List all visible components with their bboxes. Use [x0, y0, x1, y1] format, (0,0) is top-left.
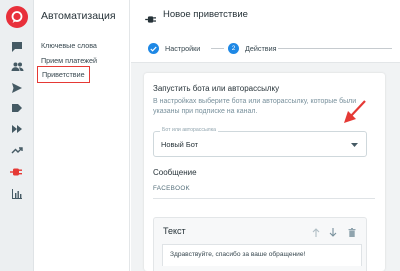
- tag-icon[interactable]: [8, 99, 26, 117]
- menu-item-payments[interactable]: Прием платежей: [41, 56, 97, 65]
- step-number: 2: [228, 43, 239, 54]
- step-connector: [278, 48, 392, 49]
- message-text-value: Здравствуйте, спасибо за ваше обращение!: [170, 251, 306, 258]
- text-block: Текст Здравствуйте, спасибо за ваше обра…: [153, 217, 367, 271]
- step-connector: [211, 48, 224, 49]
- app-window: Автоматизация Ключевые слова Прием плате…: [0, 0, 400, 271]
- step-label: Настройки: [165, 44, 201, 53]
- trash-icon[interactable]: [346, 226, 358, 238]
- menu-title: Автоматизация: [41, 10, 116, 22]
- select-label: Бот или авторассылка: [160, 127, 218, 133]
- users-icon[interactable]: [8, 58, 26, 76]
- trending-icon[interactable]: [8, 141, 26, 159]
- select-value: Новый Бот: [161, 140, 199, 149]
- icon-rail: [0, 0, 34, 271]
- plug-icon: [145, 11, 158, 29]
- text-block-title: Текст: [163, 226, 186, 236]
- step-label: Действия: [245, 44, 277, 53]
- menu-item-greeting[interactable]: Приветствие: [37, 66, 90, 83]
- automation-menu: Автоматизация Ключевые слова Прием плате…: [34, 0, 130, 271]
- tab-divider: [153, 198, 375, 199]
- page-header: Новое приветствие Настройки 2 Действия: [131, 0, 400, 63]
- bot-select[interactable]: Бот или авторассылка Новый Бот: [153, 127, 367, 157]
- message-text-field[interactable]: Здравствуйте, спасибо за ваше обращение!: [162, 244, 362, 266]
- send-icon[interactable]: [8, 79, 26, 97]
- launch-description: В настройках выберите бота или авторассы…: [153, 98, 357, 115]
- launch-title: Запустить бота или авторассылку: [153, 84, 280, 93]
- caret-down-icon: [351, 143, 358, 147]
- main-area: Новое приветствие Настройки 2 Действия З…: [131, 0, 400, 271]
- arrow-down-icon[interactable]: [327, 226, 339, 238]
- tab-facebook[interactable]: FACEBOOK: [153, 185, 190, 192]
- content-card: Запустить бота или авторассылку В настро…: [144, 73, 385, 271]
- annotation-arrow-icon: [344, 100, 366, 123]
- check-icon: [148, 43, 159, 54]
- fast-forward-icon[interactable]: [8, 120, 26, 138]
- plug-icon[interactable]: [8, 163, 26, 181]
- brand-logo[interactable]: [6, 6, 28, 28]
- step-actions[interactable]: 2 Действия: [228, 43, 277, 54]
- chat-icon[interactable]: [8, 38, 26, 56]
- step-settings[interactable]: Настройки: [148, 43, 200, 54]
- page-title: Новое приветствие: [163, 9, 248, 20]
- menu-item-keywords[interactable]: Ключевые слова: [41, 41, 97, 50]
- bar-chart-icon[interactable]: [8, 185, 26, 203]
- message-title: Сообщение: [153, 168, 197, 177]
- arrow-up-icon[interactable]: [310, 226, 322, 238]
